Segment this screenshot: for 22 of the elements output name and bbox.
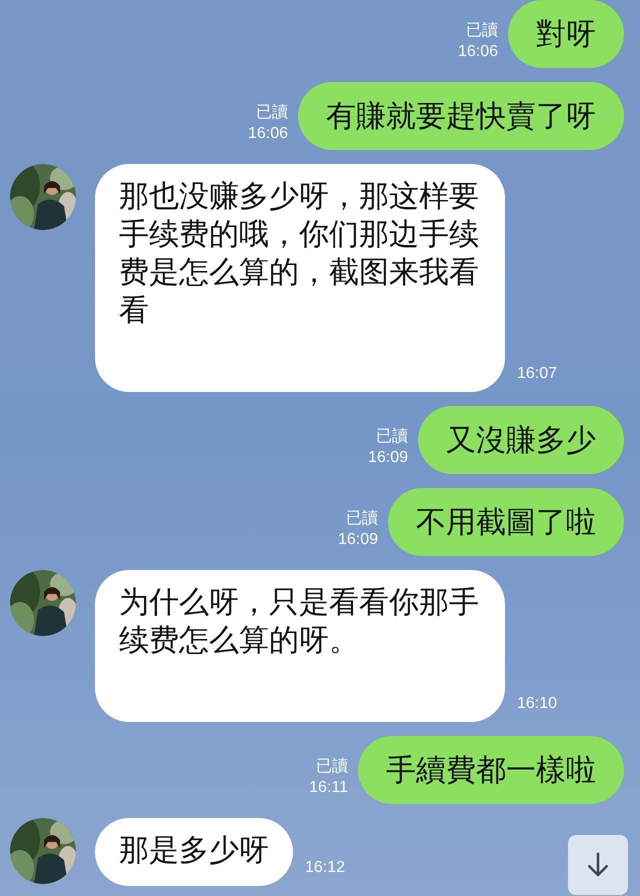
message-bubble: 不用截圖了啦 (388, 488, 624, 556)
message-bubble: 有賺就要趕快賣了呀 (298, 82, 624, 150)
message-bubble: 手續費都一樣啦 (358, 736, 624, 804)
message-time: 16:11 (309, 778, 348, 798)
read-receipt: 已讀 (256, 102, 288, 123)
message-bubble: 那是多少呀 (95, 818, 293, 886)
message-bubble: 为什么呀，只是看看你那手续费怎么算的呀。 (95, 570, 505, 722)
read-receipt: 已讀 (316, 756, 348, 777)
message-time: 16:07 (517, 364, 558, 384)
message-time: 16:09 (338, 530, 378, 550)
message-time: 16:06 (248, 124, 288, 144)
read-receipt: 已讀 (376, 426, 408, 447)
read-receipt: 已讀 (346, 508, 378, 529)
message-bubble: 那也没赚多少呀，那这样要手续费的哦，你们那边手续费是怎么算的，截图来我看看 (95, 164, 505, 392)
message-time: 16:10 (517, 694, 558, 714)
message-bubble: 對呀 (508, 0, 624, 68)
scroll-down-button[interactable] (568, 835, 628, 895)
message-time: 16:09 (368, 448, 408, 468)
read-receipt: 已讀 (466, 20, 498, 41)
message-bubble: 又沒賺多少 (418, 406, 624, 474)
message-time: 16:06 (458, 42, 498, 62)
message-time: 16:12 (305, 858, 346, 878)
